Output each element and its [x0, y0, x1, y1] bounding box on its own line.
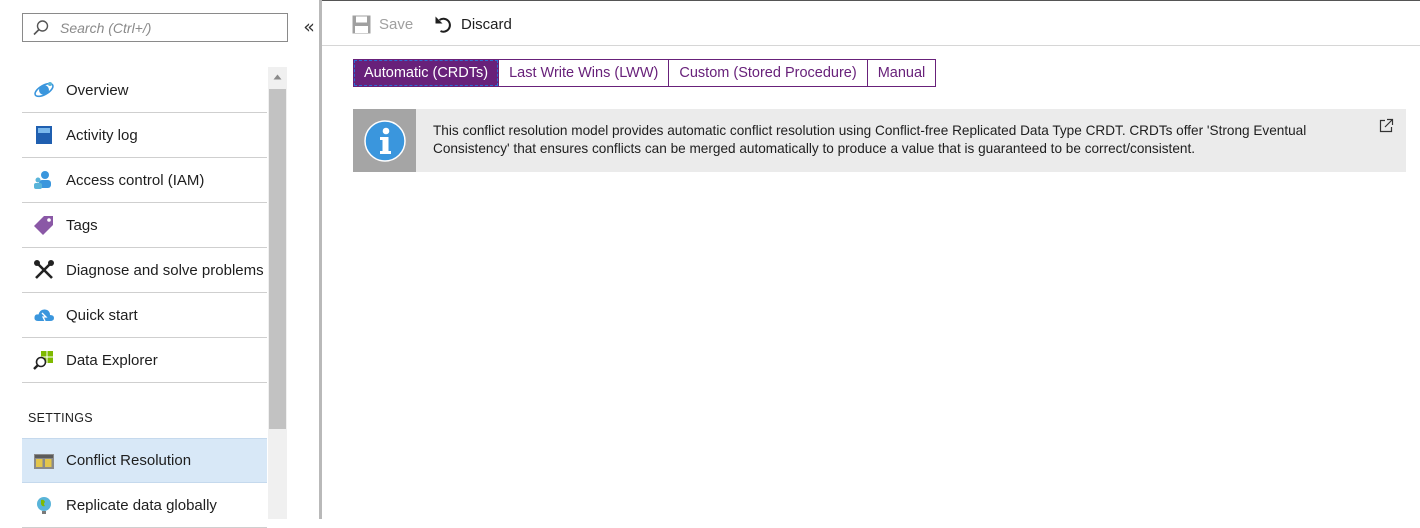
settings-section-label: SETTINGS	[28, 411, 93, 425]
search-icon	[33, 19, 49, 35]
collapse-sidebar-button[interactable]: «	[300, 14, 318, 40]
tab-manual[interactable]: Manual	[867, 59, 937, 87]
sidebar: « Overview Activity log	[0, 0, 320, 528]
conflict-mode-tabs: Automatic (CRDTs) Last Write Wins (LWW) …	[353, 59, 937, 87]
sidebar-item-label: Tags	[66, 216, 98, 234]
sidebar-item-label: Overview	[66, 81, 129, 99]
activity-log-icon	[33, 124, 55, 146]
sidebar-item-access-control[interactable]: Access control (IAM)	[22, 158, 267, 203]
command-bar: Save Discard	[322, 1, 1420, 46]
external-link-icon[interactable]	[1378, 118, 1394, 134]
scroll-thumb[interactable]	[269, 89, 286, 429]
sidebar-item-data-explorer[interactable]: Data Explorer	[22, 338, 267, 383]
sidebar-item-diagnose[interactable]: Diagnose and solve problems	[22, 248, 267, 293]
sidebar-item-replicate[interactable]: Replicate data globally	[22, 483, 267, 528]
pane-divider[interactable]	[319, 0, 322, 519]
scroll-up-button[interactable]	[268, 67, 287, 87]
info-banner: This conflict resolution model provides …	[353, 109, 1406, 172]
tab-custom-stored-procedure[interactable]: Custom (Stored Procedure)	[669, 59, 868, 87]
globe-icon	[33, 494, 55, 516]
sidebar-item-label: Access control (IAM)	[66, 171, 205, 189]
sidebar-item-label: Data Explorer	[66, 351, 158, 369]
tab-automatic-crdts[interactable]: Automatic (CRDTs)	[353, 59, 500, 87]
wrench-icon	[33, 259, 55, 281]
discard-button[interactable]: Discard	[434, 11, 512, 37]
sidebar-item-overview[interactable]: Overview	[22, 68, 267, 113]
sidebar-scrollbar[interactable]	[268, 67, 287, 519]
data-explorer-icon	[33, 349, 55, 371]
search-input[interactable]	[60, 19, 270, 36]
sidebar-item-label: Conflict Resolution	[66, 452, 192, 469]
tag-icon	[33, 214, 55, 236]
sidebar-item-label: Replicate data globally	[66, 496, 217, 514]
info-icon-box	[353, 109, 416, 172]
conflict-resolution-icon	[33, 450, 55, 472]
sidebar-item-quick-start[interactable]: Quick start	[22, 293, 267, 338]
save-label: Save	[379, 15, 414, 33]
sidebar-item-label: Quick start	[66, 306, 138, 324]
info-icon	[363, 119, 406, 162]
sidebar-item-tags[interactable]: Tags	[22, 203, 267, 248]
search-box[interactable]	[22, 13, 288, 42]
info-text: This conflict resolution model provides …	[433, 123, 1307, 156]
scroll-up-arrow-icon	[273, 74, 282, 80]
discard-label: Discard	[461, 15, 512, 33]
sidebar-item-label: Activity log	[66, 126, 138, 144]
undo-icon	[435, 16, 451, 33]
sidebar-item-conflict-resolution[interactable]: Conflict Resolution	[22, 438, 267, 483]
sidebar-item-label: Diagnose and solve problems	[66, 261, 264, 279]
sidebar-item-activity-log[interactable]: Activity log	[22, 113, 267, 158]
save-button[interactable]: Save	[352, 11, 413, 37]
tab-last-write-wins[interactable]: Last Write Wins (LWW)	[499, 59, 670, 87]
access-control-icon	[33, 169, 55, 191]
save-icon	[352, 15, 371, 33]
cloud-icon	[33, 304, 55, 326]
settings-nav: Conflict Resolution Replicate data globa…	[22, 438, 267, 528]
sidebar-nav: Overview Activity log Access control (IA…	[22, 68, 267, 383]
overview-icon	[33, 79, 55, 101]
